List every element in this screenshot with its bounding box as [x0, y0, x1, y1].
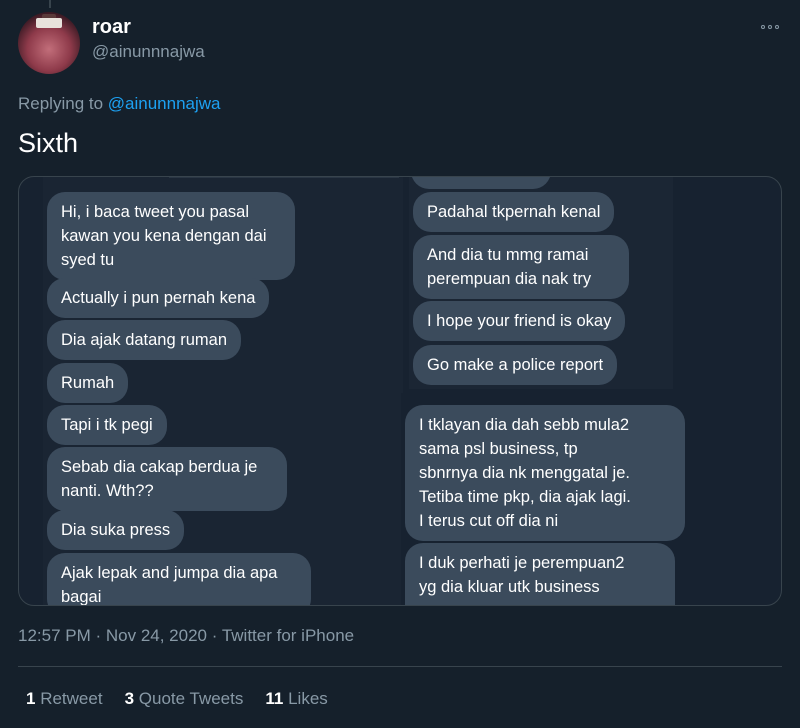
replying-prefix: Replying to — [18, 94, 108, 113]
thread-connector-line — [49, 0, 51, 8]
author-handle[interactable]: @ainunnnajwa — [92, 42, 205, 62]
chat-bubble: Rumah — [47, 363, 129, 403]
chat-bubble: I duk perhati je perempuan2 yg dia kluar… — [405, 543, 675, 605]
chat-bubble: Go make a police report — [413, 345, 618, 385]
quote-tweets-stat[interactable]: 3 Quote Tweets — [125, 689, 244, 709]
tweet-time[interactable]: 12:57 PM — [18, 626, 91, 645]
tweet-text: Sixth — [18, 128, 79, 158]
tweet-source-link[interactable]: Twitter for iPhone — [222, 626, 354, 645]
chat-bubble: Ajak lepak and jumpa dia apa bagai — [47, 553, 311, 605]
chat-screenshot-right-top: Padahal tkpernah kenal And dia tu mmg ra… — [409, 177, 673, 389]
replying-mention-link[interactable]: @ainunnnajwa — [108, 94, 221, 113]
more-options-icon[interactable] — [756, 18, 784, 36]
chat-bubble: I tklayan dia dah sebb mula2 sama psl bu… — [405, 405, 685, 541]
chat-bubble: Sebab dia cakap berdua je nanti. Wth?? — [47, 447, 287, 511]
chat-bubble: Actually i pun pernah kena — [47, 278, 270, 318]
chat-screenshot-right-bottom: I tklayan dia dah sebb mula2 sama psl bu… — [401, 393, 701, 605]
chat-bubble: Dia suka press — [47, 510, 185, 550]
author-display-name[interactable]: roar — [92, 16, 131, 39]
avatar[interactable] — [18, 12, 80, 74]
chat-screenshot-left: Hi, i baca tweet you pasal kawan you ken… — [43, 177, 403, 605]
chat-divider — [169, 177, 399, 178]
chat-bubble-partial — [411, 177, 551, 189]
retweets-stat[interactable]: 1 Retweet — [26, 689, 103, 709]
chat-bubble: I hope your friend is okay — [413, 301, 626, 341]
chat-bubble: Hi, i baca tweet you pasal kawan you ken… — [47, 192, 295, 280]
chat-bubble: And dia tu mmg ramai perempuan dia nak t… — [413, 235, 629, 299]
tweet-date[interactable]: Nov 24, 2020 — [106, 626, 207, 645]
chat-bubble: Padahal tkpernah kenal — [413, 192, 615, 232]
replying-to: Replying to @ainunnnajwa — [18, 94, 221, 114]
tweet-media-image[interactable]: Hi, i baca tweet you pasal kawan you ken… — [18, 176, 782, 606]
chat-bubble: Dia ajak datang ruman — [47, 320, 242, 360]
tweet-stats: 1 Retweet 3 Quote Tweets 11 Likes — [26, 689, 328, 709]
chat-bubble: Tapi i tk pegi — [47, 405, 167, 445]
likes-stat[interactable]: 11 Likes — [265, 689, 327, 709]
divider — [18, 666, 782, 667]
tweet-timestamp: 12:57 PM · Nov 24, 2020 · Twitter for iP… — [18, 626, 355, 645]
